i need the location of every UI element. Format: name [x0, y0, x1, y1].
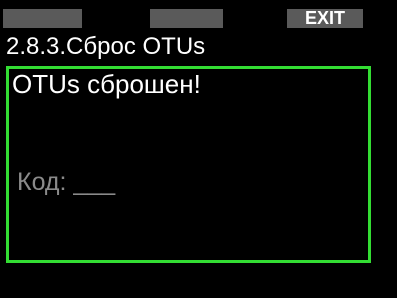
code-input[interactable]: Код: ___ — [17, 167, 115, 197]
status-message: OTUs сброшен! — [12, 69, 201, 99]
middle-softkey[interactable] — [150, 9, 223, 28]
exit-softkey[interactable]: EXIT — [287, 9, 363, 28]
left-softkey[interactable] — [3, 9, 82, 28]
page-title: 2.8.3.Сброс OTUs — [6, 33, 206, 60]
